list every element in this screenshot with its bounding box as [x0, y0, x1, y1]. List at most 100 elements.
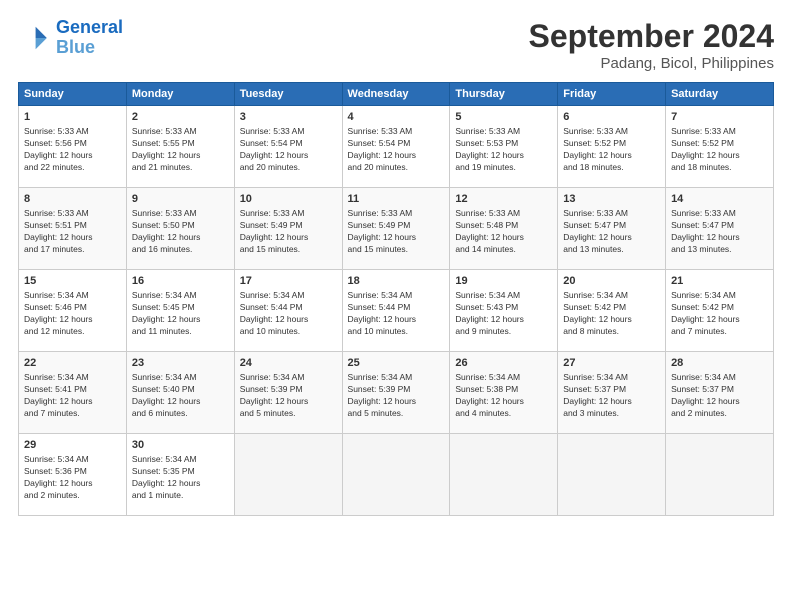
calendar-cell: 30Sunrise: 5:34 AMSunset: 5:35 PMDayligh… — [126, 434, 234, 516]
day-info-line: Sunrise: 5:33 AM — [563, 208, 660, 220]
day-info-line: and 5 minutes. — [240, 408, 337, 420]
day-info-line: Daylight: 12 hours — [348, 396, 445, 408]
day-number: 6 — [563, 110, 660, 125]
day-number: 19 — [455, 274, 552, 289]
calendar-cell: 20Sunrise: 5:34 AMSunset: 5:42 PMDayligh… — [558, 270, 666, 352]
day-info-line: Sunset: 5:42 PM — [671, 302, 768, 314]
calendar-cell: 6Sunrise: 5:33 AMSunset: 5:52 PMDaylight… — [558, 106, 666, 188]
day-info-line: Sunrise: 5:33 AM — [455, 126, 552, 138]
day-info-line: Daylight: 12 hours — [563, 314, 660, 326]
day-number: 12 — [455, 192, 552, 207]
calendar-cell: 22Sunrise: 5:34 AMSunset: 5:41 PMDayligh… — [19, 352, 127, 434]
logo-icon — [18, 22, 50, 54]
day-info-line: Sunrise: 5:34 AM — [671, 290, 768, 302]
day-info-line: Sunset: 5:45 PM — [132, 302, 229, 314]
day-info-line: and 13 minutes. — [563, 244, 660, 256]
weekday-header-cell: Monday — [126, 83, 234, 106]
day-info-line: and 21 minutes. — [132, 162, 229, 174]
day-info-line: Daylight: 12 hours — [455, 150, 552, 162]
page: General Blue September 2024 Padang, Bico… — [0, 0, 792, 612]
day-info-line: Sunset: 5:43 PM — [455, 302, 552, 314]
day-info-line: Sunset: 5:52 PM — [563, 138, 660, 150]
day-info-line: Sunrise: 5:33 AM — [671, 126, 768, 138]
calendar-cell: 26Sunrise: 5:34 AMSunset: 5:38 PMDayligh… — [450, 352, 558, 434]
day-info-line: Daylight: 12 hours — [24, 232, 121, 244]
day-info-line: Daylight: 12 hours — [671, 232, 768, 244]
day-info-line: Sunset: 5:51 PM — [24, 220, 121, 232]
calendar-cell: 14Sunrise: 5:33 AMSunset: 5:47 PMDayligh… — [666, 188, 774, 270]
calendar-cell: 19Sunrise: 5:34 AMSunset: 5:43 PMDayligh… — [450, 270, 558, 352]
day-info-line: Sunset: 5:49 PM — [348, 220, 445, 232]
day-info-line: Sunset: 5:46 PM — [24, 302, 121, 314]
day-info-line: Sunset: 5:38 PM — [455, 384, 552, 396]
day-info-line: Daylight: 12 hours — [563, 396, 660, 408]
calendar-cell — [450, 434, 558, 516]
day-number: 1 — [24, 110, 121, 125]
day-number: 14 — [671, 192, 768, 207]
day-info-line: Sunrise: 5:34 AM — [24, 454, 121, 466]
calendar-cell: 11Sunrise: 5:33 AMSunset: 5:49 PMDayligh… — [342, 188, 450, 270]
day-info-line: Sunset: 5:55 PM — [132, 138, 229, 150]
day-info-line: Sunset: 5:54 PM — [348, 138, 445, 150]
weekday-header-cell: Saturday — [666, 83, 774, 106]
day-info-line: and 1 minute. — [132, 490, 229, 502]
day-info-line: Daylight: 12 hours — [455, 232, 552, 244]
calendar-cell: 15Sunrise: 5:34 AMSunset: 5:46 PMDayligh… — [19, 270, 127, 352]
day-info-line: Sunrise: 5:34 AM — [455, 290, 552, 302]
day-info-line: Daylight: 12 hours — [132, 150, 229, 162]
day-info-line: and 9 minutes. — [455, 326, 552, 338]
calendar-cell: 5Sunrise: 5:33 AMSunset: 5:53 PMDaylight… — [450, 106, 558, 188]
calendar-cell: 1Sunrise: 5:33 AMSunset: 5:56 PMDaylight… — [19, 106, 127, 188]
day-info-line: Daylight: 12 hours — [132, 232, 229, 244]
day-info-line: Sunset: 5:39 PM — [240, 384, 337, 396]
day-info-line: Daylight: 12 hours — [24, 396, 121, 408]
day-info-line: Daylight: 12 hours — [240, 232, 337, 244]
weekday-header-cell: Wednesday — [342, 83, 450, 106]
day-info-line: Sunrise: 5:33 AM — [455, 208, 552, 220]
day-number: 20 — [563, 274, 660, 289]
day-info-line: Daylight: 12 hours — [240, 396, 337, 408]
day-info-line: Sunrise: 5:34 AM — [24, 290, 121, 302]
day-info-line: and 18 minutes. — [563, 162, 660, 174]
day-info-line: Sunset: 5:49 PM — [240, 220, 337, 232]
day-info-line: and 14 minutes. — [455, 244, 552, 256]
day-info-line: Sunrise: 5:34 AM — [671, 372, 768, 384]
calendar-cell: 7Sunrise: 5:33 AMSunset: 5:52 PMDaylight… — [666, 106, 774, 188]
day-number: 25 — [348, 356, 445, 371]
day-info-line: Sunrise: 5:33 AM — [132, 208, 229, 220]
day-info-line: Daylight: 12 hours — [240, 150, 337, 162]
day-info-line: Daylight: 12 hours — [240, 314, 337, 326]
day-info-line: Sunset: 5:47 PM — [671, 220, 768, 232]
day-info-line: Sunset: 5:50 PM — [132, 220, 229, 232]
day-info-line: and 11 minutes. — [132, 326, 229, 338]
month-title: September 2024 — [529, 18, 774, 55]
day-info-line: Sunrise: 5:34 AM — [24, 372, 121, 384]
calendar-cell: 23Sunrise: 5:34 AMSunset: 5:40 PMDayligh… — [126, 352, 234, 434]
day-info-line: Daylight: 12 hours — [455, 396, 552, 408]
weekday-header-row: SundayMondayTuesdayWednesdayThursdayFrid… — [19, 83, 774, 106]
day-info-line: and 10 minutes. — [348, 326, 445, 338]
calendar-cell: 9Sunrise: 5:33 AMSunset: 5:50 PMDaylight… — [126, 188, 234, 270]
day-number: 30 — [132, 438, 229, 453]
day-number: 29 — [24, 438, 121, 453]
day-info-line: and 6 minutes. — [132, 408, 229, 420]
weekday-header-cell: Friday — [558, 83, 666, 106]
day-info-line: Daylight: 12 hours — [132, 478, 229, 490]
day-info-line: Sunset: 5:47 PM — [563, 220, 660, 232]
day-info-line: Sunset: 5:44 PM — [348, 302, 445, 314]
day-info-line: and 2 minutes. — [24, 490, 121, 502]
calendar-week-row: 22Sunrise: 5:34 AMSunset: 5:41 PMDayligh… — [19, 352, 774, 434]
day-info-line: Sunset: 5:36 PM — [24, 466, 121, 478]
calendar-cell: 8Sunrise: 5:33 AMSunset: 5:51 PMDaylight… — [19, 188, 127, 270]
day-info-line: Sunset: 5:40 PM — [132, 384, 229, 396]
day-info-line: and 19 minutes. — [455, 162, 552, 174]
day-info-line: Daylight: 12 hours — [671, 150, 768, 162]
day-info-line: and 12 minutes. — [24, 326, 121, 338]
day-info-line: and 4 minutes. — [455, 408, 552, 420]
day-number: 5 — [455, 110, 552, 125]
day-info-line: Sunrise: 5:34 AM — [348, 372, 445, 384]
day-info-line: Daylight: 12 hours — [348, 314, 445, 326]
day-info-line: and 17 minutes. — [24, 244, 121, 256]
calendar-cell — [342, 434, 450, 516]
day-info-line: Sunset: 5:37 PM — [671, 384, 768, 396]
